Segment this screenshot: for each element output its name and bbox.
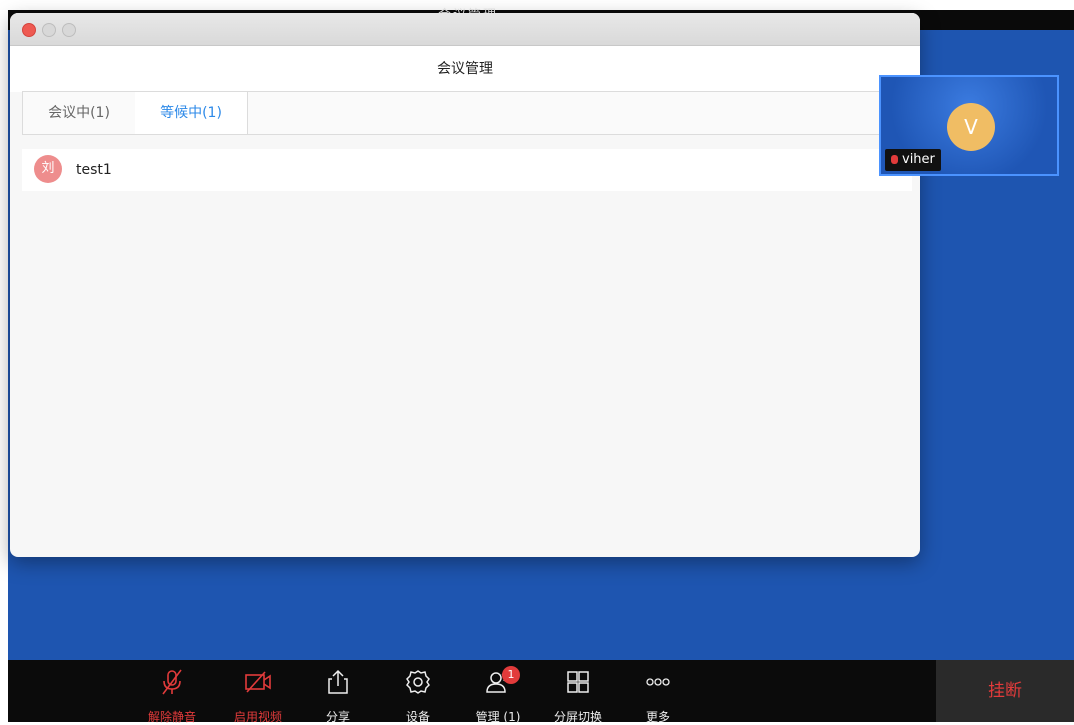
settings-label: 设备 [405, 710, 430, 724]
share-icon [328, 669, 348, 694]
unmute-label: 解除静音 [147, 710, 196, 724]
layout-switch-label: 分屏切换 [553, 710, 602, 724]
hang-up-button[interactable]: 挂断 [936, 660, 1074, 722]
tab-in-meeting[interactable]: 会议中(1) [23, 92, 136, 134]
more-label: 更多 [645, 710, 670, 724]
manage-participants-button[interactable]: 1 管理 (1) [458, 660, 538, 724]
start-video-label: 启用视频 [233, 710, 282, 724]
window-titlebar [10, 13, 920, 46]
unmute-button[interactable]: 解除静音 [132, 660, 212, 724]
dialog-title: 会议管理 [10, 46, 920, 92]
participant-name: test1 [76, 162, 112, 178]
window-minimize-button[interactable] [42, 23, 56, 37]
share-button[interactable]: 分享 [298, 660, 378, 724]
avatar: 刘 [34, 155, 62, 183]
more-button[interactable]: 更多 [618, 660, 698, 724]
window-maximize-button[interactable] [62, 23, 76, 37]
video-tile[interactable]: V viher [879, 75, 1059, 176]
settings-button[interactable]: 设备 [378, 660, 458, 724]
list-item[interactable]: 刘 test1 [22, 149, 912, 191]
layout-switch-button[interactable]: 分屏切换 [538, 660, 618, 724]
grid-icon [567, 671, 589, 693]
tab-waiting[interactable]: 等候中(1) [135, 92, 248, 134]
participant-name: viher [902, 152, 935, 167]
share-label: 分享 [325, 710, 350, 724]
meeting-management-dialog: 会议管理 会议中(1) 等候中(1) 刘 test1 [10, 13, 920, 557]
participants-badge: 1 [502, 666, 520, 684]
meeting-toolbar: 解除静音 启用视频 分享 设备 1 管理 (1) 分屏切换 更多 挂断 [8, 660, 1074, 724]
tab-bar: 会议中(1) 等候中(1) [22, 91, 910, 135]
start-video-button[interactable]: 启用视频 [218, 660, 298, 724]
participant-name-tag: viher [885, 149, 941, 171]
gear-icon [406, 670, 430, 694]
manage-label: 管理 (1) [475, 710, 521, 724]
window-close-button[interactable] [22, 23, 36, 37]
mic-off-icon [162, 669, 182, 695]
avatar: V [947, 103, 995, 151]
more-icon [646, 678, 670, 686]
mic-muted-icon [891, 155, 898, 164]
camera-off-icon [245, 671, 271, 693]
